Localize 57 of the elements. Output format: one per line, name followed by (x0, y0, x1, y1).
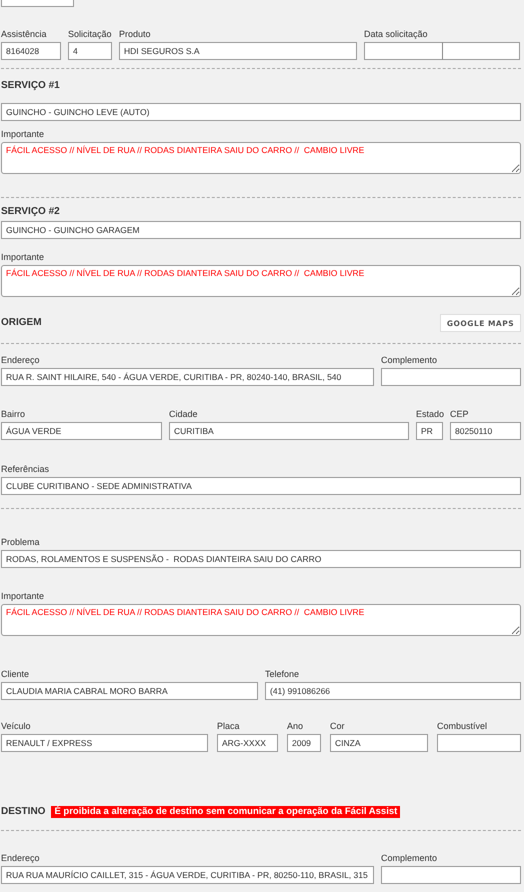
field-label: Telefone (265, 668, 300, 680)
field-label: Bairro (1, 408, 26, 420)
input-field[interactable]: 2009 (287, 734, 321, 752)
field-label: Endereço (1, 354, 41, 366)
field-label: Produto (119, 28, 152, 40)
field-label: Importante (1, 251, 46, 263)
field-label: Placa (217, 720, 241, 732)
complement-field[interactable] (381, 866, 521, 884)
city-field[interactable]: CURITIBA (169, 422, 409, 440)
address-field[interactable]: RUA R. SAINT HILAIRE, 540 - ÁGUA VERDE, CURITIBA - PR, 80240-140, BRASIL, 540 (1, 368, 374, 386)
section-heading: DESTINO (1, 805, 46, 819)
field-label: Combustível (437, 720, 488, 732)
field-label: Cor (330, 720, 346, 732)
field-label: Referências (1, 463, 50, 475)
field-label: Importante (1, 590, 46, 602)
section-heading: ORIGEM (1, 316, 42, 330)
note-textarea[interactable]: FÁCIL ACESSO // NÍVEL DE RUA // RODAS DIANTEIRA SAIU DO CARRO // CAMBIO LIVRE (1, 265, 521, 297)
time-field[interactable] (442, 42, 520, 60)
note-textarea[interactable]: FÁCIL ACESSO // NÍVEL DE RUA // RODAS DIANTEIRA SAIU DO CARRO // CAMBIO LIVRE (1, 604, 521, 636)
warning-banner: É proibida a alteração de destino sem comunicar a operação da Fácil Assist (51, 806, 400, 818)
address-field[interactable]: RUA RUA MAURÍCIO CAILLET, 315 - ÁGUA VERDE, CURITIBA - PR, 80250-110, BRASIL, 315 (1, 866, 374, 884)
field-label: Endereço (1, 852, 41, 864)
input-field[interactable]: ARG-XXXX (217, 734, 278, 752)
field-label: Complemento (381, 852, 438, 864)
neighborhood-field[interactable]: ÁGUA VERDE (1, 422, 162, 440)
field-label: Data solicitação (364, 28, 429, 40)
note-textarea[interactable]: FÁCIL ACESSO // NÍVEL DE RUA // RODAS DIANTEIRA SAIU DO CARRO // CAMBIO LIVRE (1, 142, 521, 174)
service-field[interactable]: GUINCHO - GUINCHO GARAGEM (1, 221, 521, 239)
field-label: Veículo (1, 720, 32, 732)
field-label: Complemento (381, 354, 438, 366)
complement-field[interactable] (381, 368, 521, 386)
input-field[interactable] (1, 0, 74, 7)
input-field[interactable]: HDI SEGUROS S.A (119, 42, 357, 60)
input-field[interactable] (437, 734, 521, 752)
field-label: Solicitação (68, 28, 112, 40)
input-field[interactable]: CINZA (330, 734, 428, 752)
section-heading: SERVIÇO #1 (1, 79, 61, 93)
field-label: Ano (287, 720, 304, 732)
date-field[interactable] (364, 42, 442, 60)
field-label: Cliente (1, 668, 30, 680)
input-field[interactable]: 4 (68, 42, 112, 60)
phone-field[interactable]: (41) 991086266 (265, 682, 521, 700)
field-label: Estado (416, 408, 443, 420)
client-field[interactable]: CLAUDIA MARIA CABRAL MORO BARRA (1, 682, 258, 700)
field-label: Cidade (169, 408, 199, 420)
field-label: Assistência (1, 28, 48, 40)
input-field[interactable]: 8164028 (1, 42, 61, 60)
service-field[interactable]: GUINCHO - GUINCHO LEVE (AUTO) (1, 103, 521, 121)
problem-field[interactable]: RODAS, ROLAMENTOS E SUSPENSÃO - RODAS DIANTEIRA SAIU DO CARRO (1, 550, 521, 568)
field-label: Importante (1, 128, 46, 140)
field-label: Problema (1, 536, 41, 548)
references-field[interactable]: CLUBE CURITIBANO - SEDE ADMINISTRATIVA (1, 477, 521, 495)
state-field[interactable]: PR (416, 422, 443, 440)
input-field[interactable]: RENAULT / EXPRESS (1, 734, 208, 752)
zip-field[interactable]: 80250110 (450, 422, 521, 440)
section-heading: SERVIÇO #2 (1, 205, 61, 219)
field-label: CEP (450, 408, 470, 420)
